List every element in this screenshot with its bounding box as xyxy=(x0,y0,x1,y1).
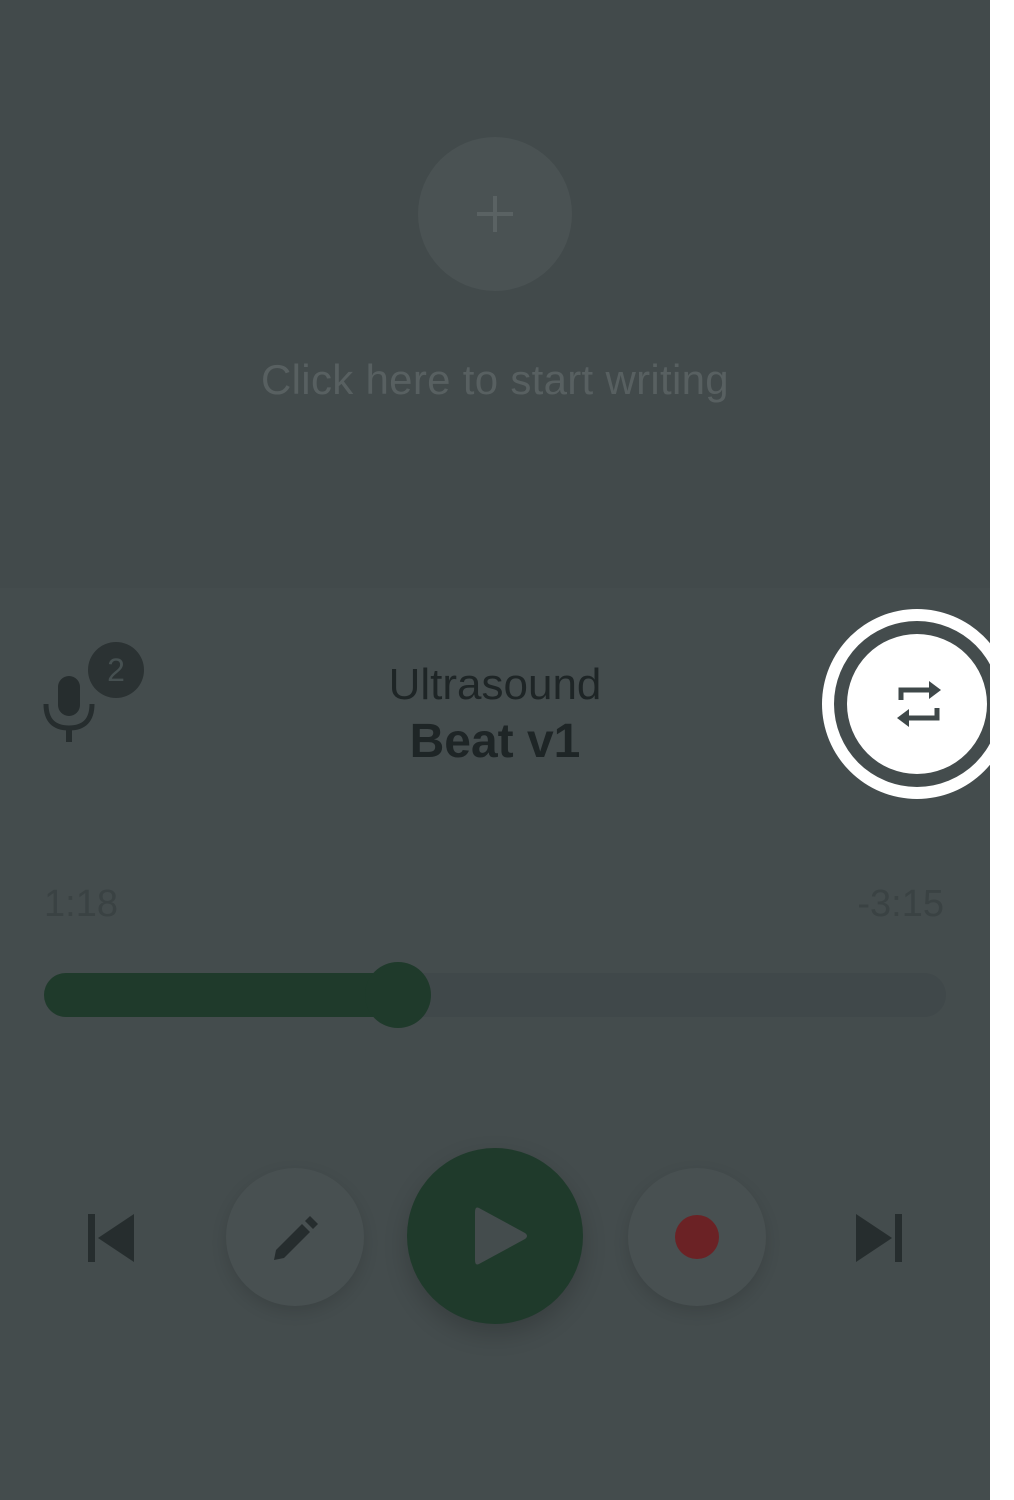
next-button[interactable] xyxy=(850,1208,910,1268)
record-button[interactable] xyxy=(628,1168,766,1306)
record-icon xyxy=(675,1215,719,1259)
progress-slider[interactable] xyxy=(44,962,946,1028)
play-button[interactable] xyxy=(407,1148,583,1324)
remaining-time: -3:15 xyxy=(857,883,944,925)
add-button[interactable] xyxy=(418,137,572,291)
skip-previous-icon xyxy=(88,1214,134,1262)
app-screen: Click here to start writing 2 Ultrasound… xyxy=(0,0,990,1500)
progress-fill xyxy=(44,973,399,1017)
plus-icon xyxy=(477,196,513,232)
progress-thumb[interactable] xyxy=(365,962,432,1028)
previous-button[interactable] xyxy=(80,1208,140,1268)
lyrics-editor-area[interactable]: Click here to start writing xyxy=(0,0,990,588)
repeat-button[interactable] xyxy=(847,634,987,774)
repeat-icon xyxy=(897,681,941,727)
start-writing-hint[interactable]: Click here to start writing xyxy=(0,356,990,404)
edit-button[interactable] xyxy=(226,1168,364,1306)
skip-next-icon xyxy=(856,1214,902,1262)
pencil-icon xyxy=(274,1216,318,1260)
elapsed-time: 1:18 xyxy=(44,883,118,925)
play-icon xyxy=(475,1207,527,1265)
